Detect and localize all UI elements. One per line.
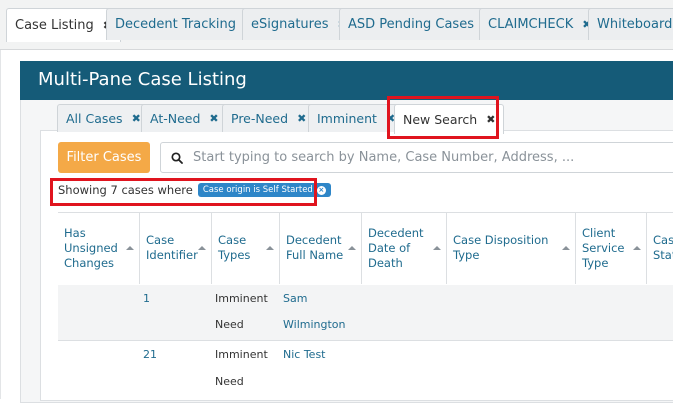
table-row[interactable] (58, 285, 673, 341)
filter-chip[interactable]: Case origin is Self Started × (197, 183, 331, 197)
subtab-label: New Search (403, 112, 478, 127)
column-header[interactable]: Has Unsigned Changes (58, 212, 140, 284)
close-icon[interactable]: ✖ (132, 112, 141, 125)
column-header[interactable]: Decedent Full Name (280, 212, 362, 284)
column-header-label: Decedent Full Name (286, 233, 344, 262)
tab-label: CLAIMCHECK (488, 17, 574, 32)
subtab-imminent[interactable]: Imminent ✖ (308, 104, 405, 132)
column-header[interactable]: Case Stat (647, 212, 673, 284)
sort-icon[interactable] (633, 246, 641, 250)
tab-label: Case Listing (15, 18, 94, 33)
column-header-label: Has Unsigned Changes (64, 225, 118, 270)
subtab-label: Pre-Need (231, 111, 289, 126)
tab-label: ASD Pending Cases (348, 17, 474, 32)
column-header-label: Case Identifier (146, 233, 198, 262)
close-icon[interactable]: ✖ (209, 112, 218, 125)
subtab-pre-need[interactable]: Pre-Need ✖ (222, 104, 316, 132)
sort-icon[interactable] (562, 246, 570, 250)
search-input[interactable] (191, 149, 673, 166)
tab-asd-pending-cases[interactable]: ASD Pending Cases ✖ (339, 8, 502, 40)
case-type: Need (215, 375, 244, 388)
tab-label: eSignatures (251, 17, 329, 32)
tab-claimcheck[interactable]: CLAIMCHECK ✖ (479, 8, 601, 40)
column-header[interactable]: Case Types (212, 212, 280, 284)
results-summary: Showing 7 cases where Case origin is Sel… (58, 183, 331, 197)
column-header[interactable]: Client Service Type (576, 212, 647, 284)
column-header-label: Decedent Date of Death (368, 225, 424, 270)
subtab-label: All Cases (66, 111, 123, 126)
column-header-label: Case Disposition Type (453, 233, 549, 262)
subtab-new-search[interactable]: New Search ✖ (394, 104, 505, 134)
decedent-name[interactable]: Sam (283, 286, 307, 312)
tab-label: Whiteboard (597, 17, 673, 32)
tab-whiteboard[interactable]: Whiteboard ✖ (588, 8, 673, 40)
top-tab-bar: Case Listing ✖ Decedent Tracking ✖ eSign… (0, 0, 673, 50)
close-icon[interactable]: ✖ (486, 113, 495, 126)
sort-icon[interactable] (433, 246, 441, 250)
decedent-name[interactable]: Wilmington (283, 312, 346, 338)
close-icon[interactable]: × (316, 185, 326, 195)
column-header-label: Case Types (218, 233, 251, 262)
sort-icon[interactable] (126, 246, 134, 250)
case-identifier[interactable]: 21 (143, 342, 157, 368)
search-box (160, 142, 673, 173)
subtab-label: At-Need (150, 111, 201, 126)
panel-title: Multi-Pane Case Listing (38, 69, 247, 90)
results-count-text: Showing 7 cases where (58, 183, 193, 197)
case-type: Imminent (215, 292, 268, 305)
case-identifier[interactable]: 1 (143, 286, 150, 312)
subtab-all-cases[interactable]: All Cases ✖ (57, 104, 150, 132)
decedent-name[interactable]: Nic Test (283, 342, 326, 368)
filter-cases-button[interactable]: Filter Cases (58, 142, 150, 173)
sort-icon[interactable] (198, 246, 206, 250)
column-header[interactable]: Decedent Date of Death (362, 212, 447, 284)
filter-chip-label: Case origin is Self Started (202, 185, 313, 195)
close-icon[interactable]: ✖ (297, 112, 306, 125)
column-header[interactable]: Case Disposition Type (447, 212, 576, 284)
sort-icon[interactable] (348, 246, 356, 250)
column-header[interactable]: Case Identifier (140, 212, 212, 284)
subtab-at-need[interactable]: At-Need ✖ (141, 104, 228, 132)
tab-label: Decedent Tracking (115, 17, 236, 32)
left-edge (0, 49, 1, 399)
tab-case-listing[interactable]: Case Listing ✖ (6, 8, 121, 42)
column-header-label: Client Service Type (582, 225, 625, 270)
sort-icon[interactable] (266, 246, 274, 250)
column-header-label: Case Stat (653, 233, 673, 262)
search-icon (171, 151, 183, 164)
case-type: Imminent (215, 348, 268, 361)
tab-decedent-tracking[interactable]: Decedent Tracking ✖ (106, 8, 264, 40)
case-type: Need (215, 318, 244, 331)
subtab-label: Imminent (317, 111, 377, 126)
